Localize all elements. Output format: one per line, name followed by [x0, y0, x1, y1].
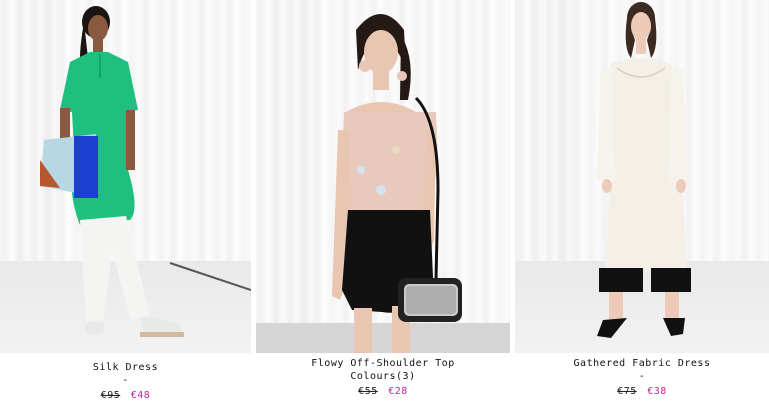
product-card[interactable]: Silk Dress - €95 €48	[0, 0, 251, 402]
product-name[interactable]: Flowy Off-Shoulder Top	[256, 357, 510, 370]
original-price: €55	[358, 386, 378, 397]
product-subtitle: -	[122, 375, 129, 386]
product-image[interactable]	[0, 0, 251, 353]
product-subtitle: Colours(3)	[350, 371, 416, 382]
product-image[interactable]	[515, 0, 769, 353]
product-name[interactable]: Gathered Fabric Dress	[515, 357, 769, 370]
original-price: €95	[100, 390, 121, 401]
product-card[interactable]: Flowy Off-Shoulder Top Colours(3) €55 €2…	[256, 0, 510, 398]
price-block: €95 €48	[0, 389, 251, 402]
product-grid: Silk Dress - €95 €48 Flowy Off-Shoulder …	[0, 0, 769, 403]
sale-price: €38	[647, 386, 667, 397]
price-block: €55 €28	[256, 385, 510, 398]
product-image[interactable]	[256, 0, 510, 353]
product-card[interactable]: Gathered Fabric Dress - €75 €38	[515, 0, 769, 398]
product-name[interactable]: Silk Dress	[0, 361, 251, 374]
sale-price: €48	[130, 390, 151, 401]
original-price: €75	[617, 386, 637, 397]
product-subtitle: -	[638, 371, 646, 382]
sale-price: €28	[388, 386, 408, 397]
price-block: €75 €38	[515, 385, 769, 398]
